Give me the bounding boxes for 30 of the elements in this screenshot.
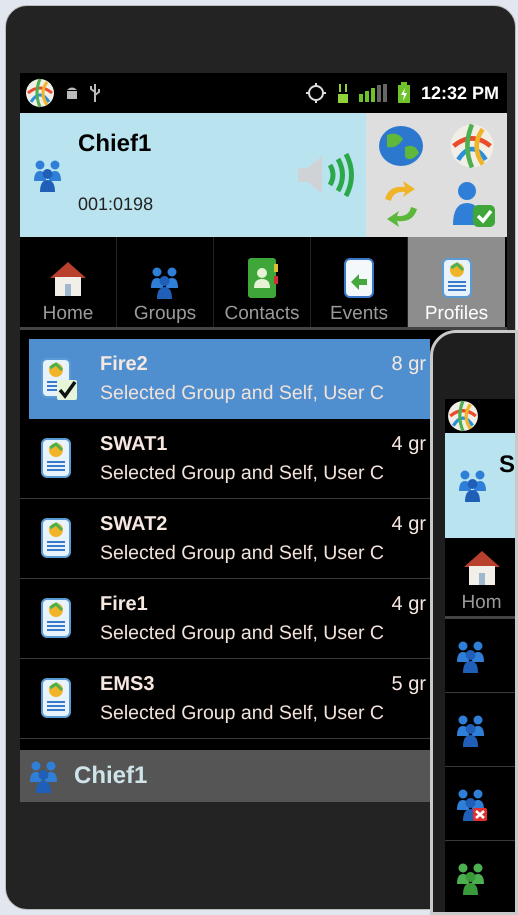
- network-3g-icon: [336, 82, 349, 104]
- app-logo-icon: [25, 78, 55, 108]
- group-count: 8 gr: [392, 352, 427, 378]
- group-count: 4 gr: [392, 512, 427, 537]
- status-time: 12:32 PM: [420, 82, 500, 104]
- usb-icon: [89, 83, 101, 103]
- header-title: S: [499, 450, 515, 480]
- header-number: 001:0198: [78, 193, 154, 216]
- group-count: 4 gr: [392, 432, 427, 457]
- gps-icon: [304, 82, 327, 104]
- footer-label: Chief1: [74, 761, 148, 791]
- profile-description: Selected Group and Self, User C: [100, 460, 385, 486]
- profile-name: EMS3: [100, 672, 154, 697]
- profile-checked-icon: [39, 356, 79, 402]
- header-title: Chief1: [78, 132, 152, 156]
- profile-description: Selected Group and Self, User C: [100, 540, 385, 566]
- profile-description: Selected Group and Self, User C: [100, 700, 385, 726]
- app-logo-icon: [447, 400, 479, 432]
- battery-charging-icon: [396, 82, 411, 104]
- group-count: 4 gr: [392, 592, 427, 617]
- group-count: 5 gr: [392, 672, 427, 697]
- profile-name: SWAT2: [100, 512, 168, 537]
- tab[interactable]: Hom: [445, 538, 515, 616]
- profile-name: Fire1: [100, 592, 148, 617]
- signal-bars-icon: [358, 84, 387, 102]
- app-logo-icon: [448, 123, 495, 169]
- profile-description: Selected Group and Self, User C: [100, 381, 385, 406]
- profile-name: Fire2: [100, 352, 148, 378]
- profile-description: Selected Group and Self, User C: [100, 620, 385, 646]
- profile-name: SWAT1: [100, 432, 168, 457]
